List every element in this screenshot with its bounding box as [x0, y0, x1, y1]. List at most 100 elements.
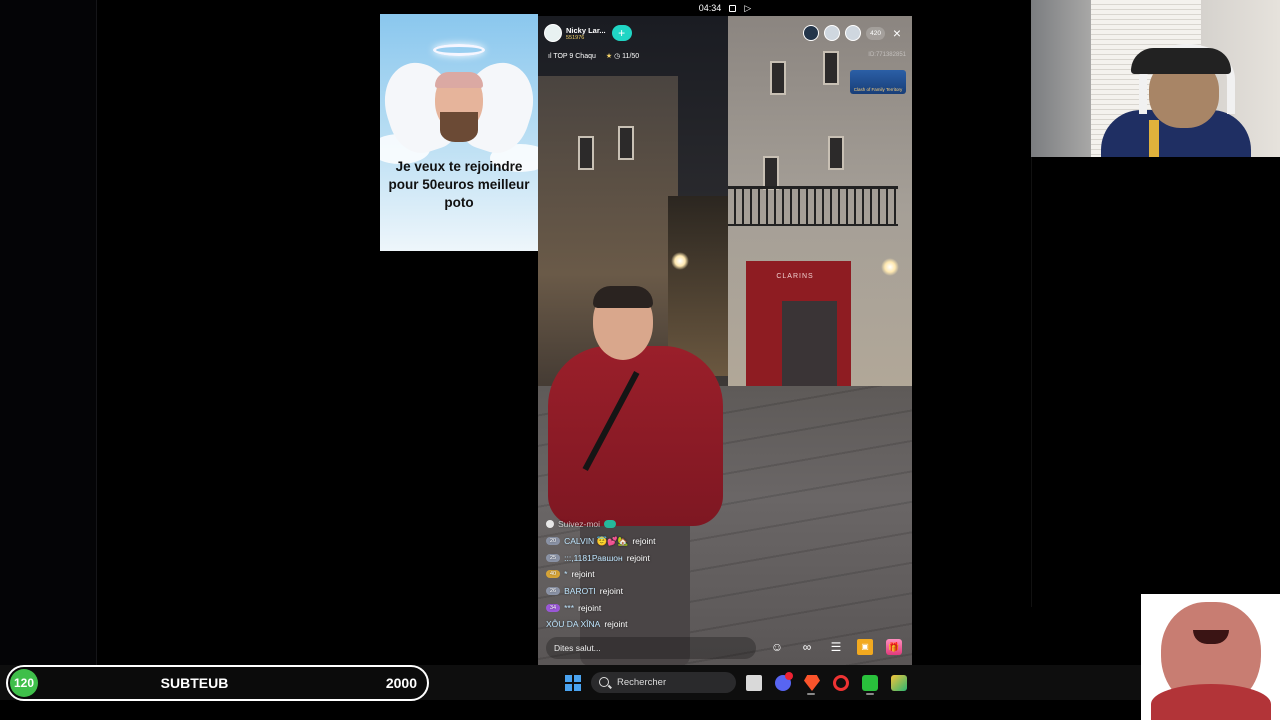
windows-start-icon[interactable]: [565, 675, 581, 691]
viewer-avatar[interactable]: [803, 25, 820, 41]
avatar: [546, 520, 554, 529]
window: [578, 136, 594, 170]
chat-action: rejoint: [571, 569, 595, 580]
close-icon[interactable]: ×: [890, 26, 904, 40]
chat-action: rejoint: [632, 536, 656, 547]
emoji-icon[interactable]: ☺: [769, 639, 785, 655]
comment-input[interactable]: Dites salut...: [546, 637, 756, 659]
gift-icon[interactable]: 🎁: [886, 639, 902, 655]
window: [828, 136, 844, 170]
sub-goal-current: 120: [10, 669, 38, 697]
street-lamp: [881, 258, 899, 276]
stream-id: ID:771382851: [868, 52, 906, 58]
live-stream-view: CLARINS Nicky Lar... 551976 + ıl TOP 9 C…: [538, 16, 912, 665]
chat-username[interactable]: BAROTI: [564, 586, 596, 596]
halo: [433, 44, 485, 56]
rank-row: ıl TOP 9 Chaqu ★ ◷ 11/50: [548, 52, 639, 61]
host-info-pill[interactable]: Nicky Lar... 551976 +: [544, 24, 632, 42]
viewer-avatar[interactable]: [845, 25, 862, 41]
follow-chip[interactable]: [604, 520, 617, 529]
chat-username[interactable]: *: [564, 569, 567, 579]
stop-icon: [729, 4, 737, 12]
star-icon: ★: [605, 53, 613, 60]
chat-message: 25 :::,1181Равшон rejoint: [546, 549, 776, 566]
level-badge: 34: [546, 603, 561, 612]
chat-action: rejoint: [604, 619, 628, 630]
shop-front: CLARINS: [746, 261, 851, 391]
opera-icon[interactable]: [833, 675, 849, 691]
angel-beard: [440, 112, 478, 142]
taskbar-search[interactable]: Rechercher: [591, 672, 736, 693]
status-time: 04:34: [698, 3, 722, 13]
clock-icon: ◷: [614, 53, 621, 60]
ranking-label: TOP 9 Chaqu: [553, 52, 596, 60]
multicolor-app-icon[interactable]: [891, 675, 907, 691]
level-badge: 26: [546, 587, 561, 596]
search-icon: [599, 677, 609, 687]
balcony: [728, 186, 898, 226]
overlay-caption: Je veux te rejoindre pour 50euros meille…: [388, 159, 530, 210]
angel-cap: [435, 72, 483, 88]
window: [770, 61, 786, 95]
event-badge[interactable]: Clash of Family Territory: [850, 70, 906, 94]
chat-message: 26 BAROTI rejoint: [546, 583, 776, 600]
chat-follow-prompt[interactable]: Suivez-moi: [546, 516, 776, 533]
viewer-area: 420 ×: [803, 25, 904, 41]
chat-username[interactable]: CALVIN 😇💕🏡: [564, 536, 628, 547]
person-hair: [593, 286, 653, 308]
shop-sign: CLARINS: [776, 273, 814, 280]
chat-username[interactable]: :::,1181Равшон: [564, 553, 623, 563]
host-likes: 551976: [566, 34, 585, 41]
green-app-icon[interactable]: [862, 675, 878, 691]
sub-goal-target: 2000: [385, 675, 417, 691]
ranking-badge[interactable]: ıl TOP 9 Chaqu: [548, 53, 596, 60]
active-app-indicator: [866, 693, 874, 695]
left-panel: [0, 0, 97, 665]
taskbar-search-placeholder: Rechercher: [617, 677, 667, 688]
active-app-indicator: [807, 693, 815, 695]
host-name: Nicky Lar...: [566, 25, 606, 35]
guest-hair: [1151, 684, 1271, 720]
streamer-cap: [1131, 48, 1231, 74]
event-badge-label: Clash of Family Territory: [853, 87, 903, 92]
street-lamp: [671, 252, 689, 270]
window: [823, 51, 839, 85]
screen: 04:34 ▷ Je veux te rejoindre pour 50euro…: [0, 0, 1280, 720]
overlay-image-card: Je veux te rejoindre pour 50euros meille…: [380, 14, 538, 251]
chat-username[interactable]: ***: [564, 603, 574, 613]
host-avatar[interactable]: [544, 24, 562, 42]
chat-username[interactable]: XÔU DA XÎNA: [546, 619, 600, 629]
chat-message: 20 CALVIN 😇💕🏡 rejoint: [546, 533, 776, 550]
sub-goal-bar: SUBTEUB 120 2000: [6, 665, 429, 701]
play-icon: ▷: [744, 2, 752, 13]
sub-goal-label: SUBTEUB: [160, 675, 229, 691]
menu-icon[interactable]: ☰: [828, 639, 844, 655]
shop-door: [782, 301, 837, 391]
files-icon[interactable]: [746, 675, 762, 691]
chat-action: rejoint: [626, 552, 650, 563]
follow-button[interactable]: +: [611, 25, 632, 41]
webcam-streamer: [1031, 0, 1280, 157]
phone-status-bar: 04:34 ▷: [538, 0, 912, 16]
host-text: Nicky Lar... 551976: [566, 26, 606, 41]
viewer-count[interactable]: 420: [866, 26, 885, 40]
chat-action: rejoint: [599, 586, 623, 597]
window: [763, 156, 779, 190]
level-badge: 20: [546, 537, 561, 546]
task-badge[interactable]: ★ ◷ 11/50: [606, 52, 639, 60]
chat-message: 40 * rejoint: [546, 566, 776, 583]
chat-message: 34 *** rejoint: [546, 599, 776, 616]
viewer-avatar[interactable]: [824, 25, 841, 41]
level-badge: 40: [546, 570, 561, 579]
treasure-box-icon[interactable]: ▣: [857, 639, 873, 655]
level-badge: 25: [546, 553, 561, 562]
chat-message: XÔU DA XÎNA rejoint: [546, 616, 776, 633]
chat-feed: Suivez-moi 20 CALVIN 😇💕🏡 rejoint 25 :::,…: [546, 516, 776, 633]
chat-action: rejoint: [578, 602, 602, 613]
notification-badge: [785, 672, 793, 680]
webcam-guest: [1141, 594, 1280, 720]
divider: [1031, 157, 1032, 607]
task-progress: 11/50: [622, 53, 640, 60]
window: [618, 126, 634, 160]
link-icon[interactable]: ∞: [799, 639, 815, 655]
